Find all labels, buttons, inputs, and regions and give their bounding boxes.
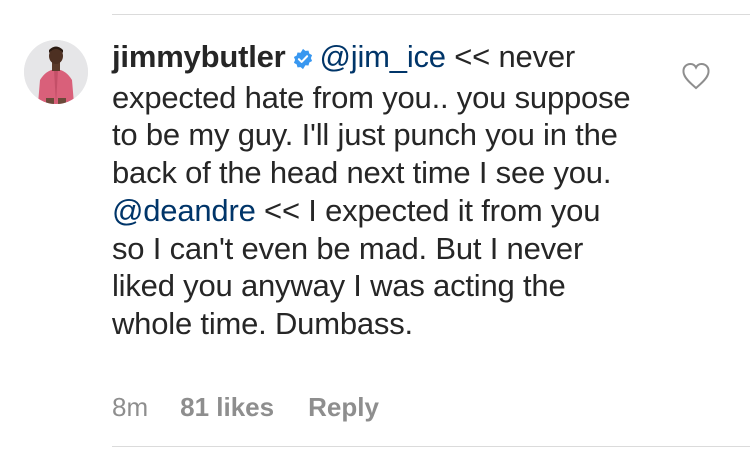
username-link[interactable]: jimmybutler <box>112 39 286 74</box>
top-divider <box>112 14 750 15</box>
comment-body: jimmybutler @jim_ice << never expected ha… <box>112 38 632 343</box>
likes-count[interactable]: 81 likes <box>180 392 274 423</box>
comment-meta: 8m 81 likes Reply <box>112 392 379 423</box>
comment-timestamp: 8m <box>112 392 149 422</box>
mention-link[interactable]: @deandre <box>112 193 256 228</box>
verified-badge-icon <box>292 41 314 79</box>
bottom-divider <box>112 446 750 447</box>
avatar-image <box>24 40 88 104</box>
reply-button[interactable]: Reply <box>308 392 379 423</box>
mention-link[interactable]: @jim_ice <box>320 39 447 74</box>
heart-outline-icon[interactable] <box>681 62 711 90</box>
avatar[interactable] <box>24 40 88 104</box>
